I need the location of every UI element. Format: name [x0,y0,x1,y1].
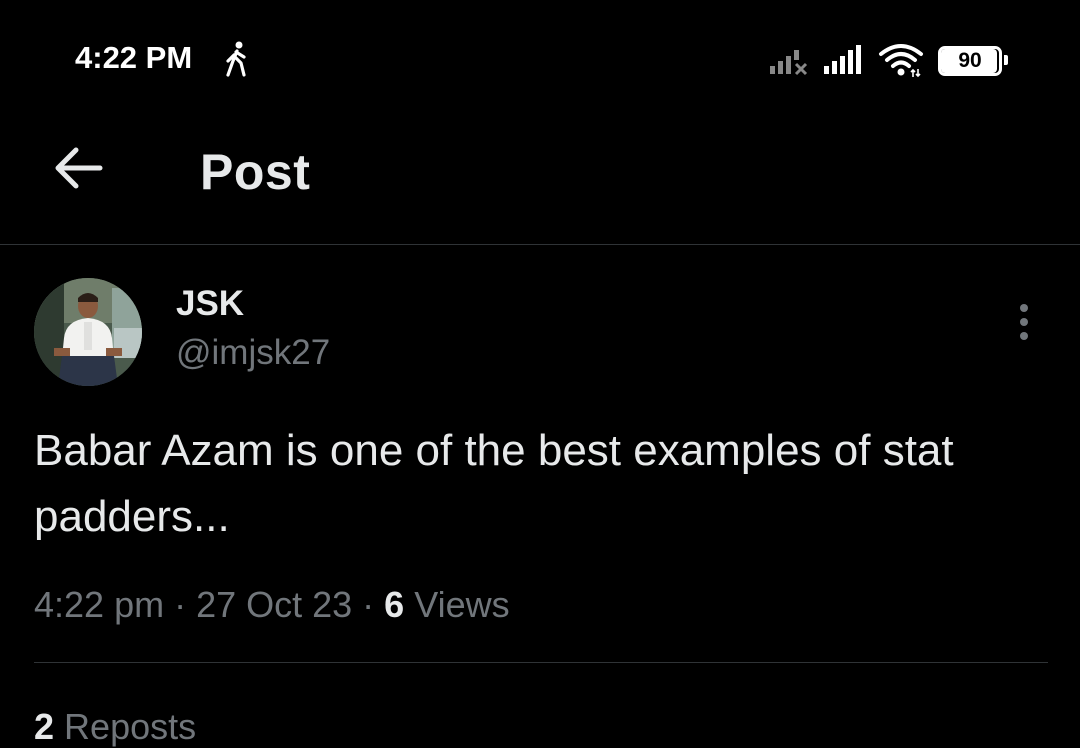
battery-icon: 90 [938,46,1008,76]
reposts-count[interactable]: 2 [34,706,54,747]
post-date: 27 Oct 23 [196,584,353,625]
meta-divider [34,662,1048,663]
signal-icon [824,45,861,74]
views-count[interactable]: 6 [384,584,404,625]
avatar[interactable] [34,278,142,386]
reposts-label[interactable]: Reposts [64,706,196,747]
post-text: Babar Azam is one of the best examples o… [34,426,954,541]
reposts-stat[interactable]: 2 Reposts [34,706,196,748]
post-meta: 4:22 pm · 27 Oct 23 · 6 Views [34,584,510,626]
meta-separator: · [352,584,385,625]
page-title: Post [200,144,311,200]
views-label[interactable]: Views [414,584,509,625]
status-time: 4:22 PM [75,40,193,75]
status-bar: 4:22 PM 90 [0,0,1080,120]
post-time: 4:22 pm [34,584,165,625]
battery-level: 90 [958,49,982,72]
signal-no-service-icon [770,50,808,76]
back-arrow-icon[interactable] [50,145,104,191]
walking-icon [226,41,246,77]
wifi-icon [879,44,923,78]
meta-separator: · [164,584,197,625]
more-vertical-icon[interactable] [1010,300,1038,344]
header-divider [0,244,1080,245]
author-display-name[interactable]: JSK [176,284,244,324]
avatar-image [34,278,142,386]
author-handle[interactable]: @imjsk27 [176,333,330,373]
